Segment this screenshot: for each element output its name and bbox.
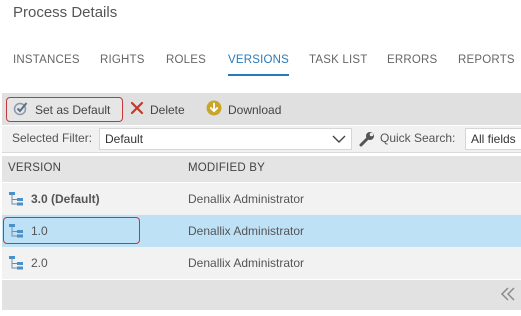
double-chevron-left-icon[interactable] <box>499 285 517 308</box>
tab-rights[interactable]: RIGHTS <box>100 54 145 66</box>
quick-search-field[interactable]: All fields <box>465 128 521 150</box>
table-row[interactable]: 2.0 Denallix Administrator <box>2 247 521 279</box>
process-tree-icon <box>8 255 24 276</box>
wrench-icon <box>358 130 376 153</box>
set-as-default-label: Set as Default <box>35 102 111 117</box>
delete-x-icon <box>130 101 144 118</box>
filter-select[interactable]: Default <box>99 128 352 150</box>
tab-instances[interactable]: INSTANCES <box>13 54 80 66</box>
download-button[interactable]: Download <box>206 97 281 122</box>
version-cell: 3.0 (Default) <box>31 192 100 206</box>
table-header: VERSION MODIFIED BY <box>2 156 521 182</box>
table-row[interactable]: 3.0 (Default) Denallix Administrator <box>2 183 521 215</box>
column-header-version[interactable]: VERSION <box>8 162 61 174</box>
delete-label: Delete <box>150 102 185 117</box>
quick-search-label: Quick Search: <box>380 131 456 145</box>
version-cell: 2.0 <box>31 256 48 270</box>
column-header-modified-by[interactable]: MODIFIED BY <box>188 162 265 174</box>
set-as-default-button[interactable]: Set as Default <box>6 97 123 122</box>
tab-versions[interactable]: VERSIONS <box>228 54 290 76</box>
download-label: Download <box>228 102 282 117</box>
modified-by-cell: Denallix Administrator <box>188 256 305 270</box>
filter-bar: Selected Filter: Default Quick Search: A… <box>2 126 521 153</box>
modified-by-cell: Denallix Administrator <box>188 224 305 238</box>
modified-by-cell: Denallix Administrator <box>188 192 305 206</box>
table-footer <box>2 280 521 310</box>
selected-filter-label: Selected Filter: <box>12 131 93 145</box>
process-tree-icon <box>8 191 24 212</box>
chevron-down-icon <box>331 132 347 151</box>
selection-highlight-outline <box>3 217 140 244</box>
toolbar: Set as Default Delete Download <box>2 93 521 125</box>
delete-button[interactable]: Delete <box>130 97 185 122</box>
tab-roles[interactable]: ROLES <box>166 54 206 66</box>
checkmark-icon <box>13 100 29 119</box>
tab-reports[interactable]: REPORTS <box>458 54 515 66</box>
tab-bar: INSTANCES RIGHTS ROLES VERSIONS TASK LIS… <box>0 54 521 80</box>
tab-errors[interactable]: ERRORS <box>387 54 437 66</box>
page-title: Process Details <box>13 4 118 21</box>
tab-task-list[interactable]: TASK LIST <box>309 54 367 66</box>
download-icon <box>206 100 222 119</box>
filter-select-value: Default <box>105 132 144 146</box>
